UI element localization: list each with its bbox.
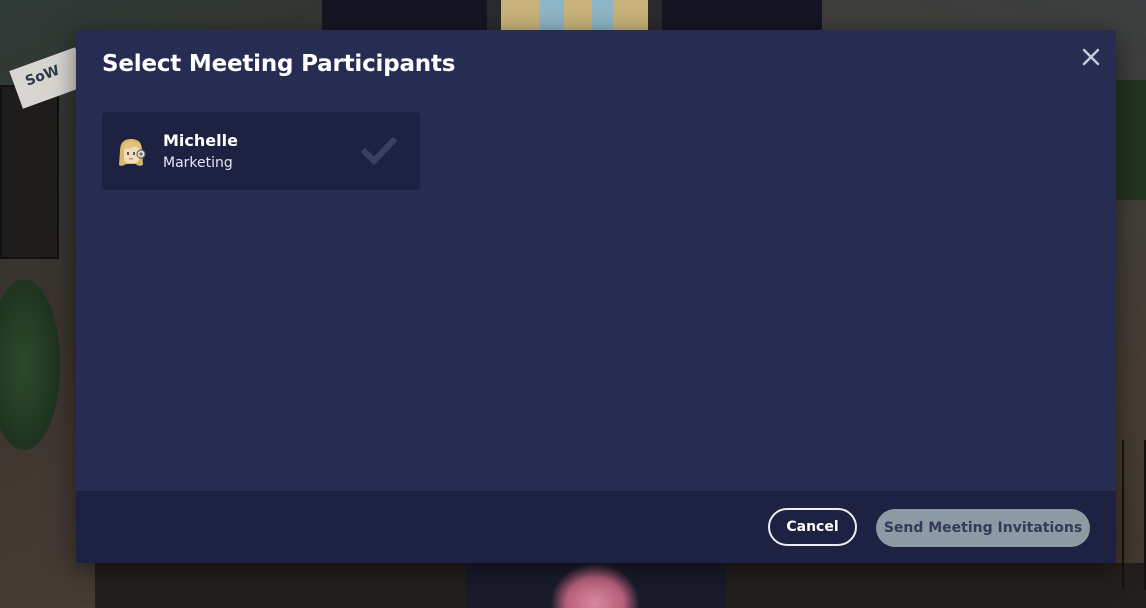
send-meeting-invitations-button[interactable]: Send Meeting Invitations <box>876 509 1090 547</box>
modal-footer: Cancel Send Meeting Invitations <box>76 491 1116 563</box>
modal-title: Select Meeting Participants <box>102 51 456 77</box>
cancel-button[interactable]: Cancel <box>768 508 857 546</box>
participant-card-michelle[interactable]: Michelle Marketing <box>102 112 420 190</box>
plant-left <box>0 280 60 450</box>
checkmark-icon <box>361 137 397 166</box>
character-sprite-bottom <box>550 563 640 608</box>
character-sprite-top <box>487 0 662 30</box>
close-icon <box>1082 48 1100 66</box>
select-participants-modal: Select Meeting Participants Michelle Mar… <box>76 30 1116 563</box>
bookshelf <box>0 85 59 259</box>
avatar <box>119 139 146 166</box>
participant-name: Michelle <box>163 131 238 150</box>
close-button[interactable] <box>1079 45 1103 69</box>
participant-department: Marketing <box>163 155 233 171</box>
stand-right <box>1122 440 1146 590</box>
